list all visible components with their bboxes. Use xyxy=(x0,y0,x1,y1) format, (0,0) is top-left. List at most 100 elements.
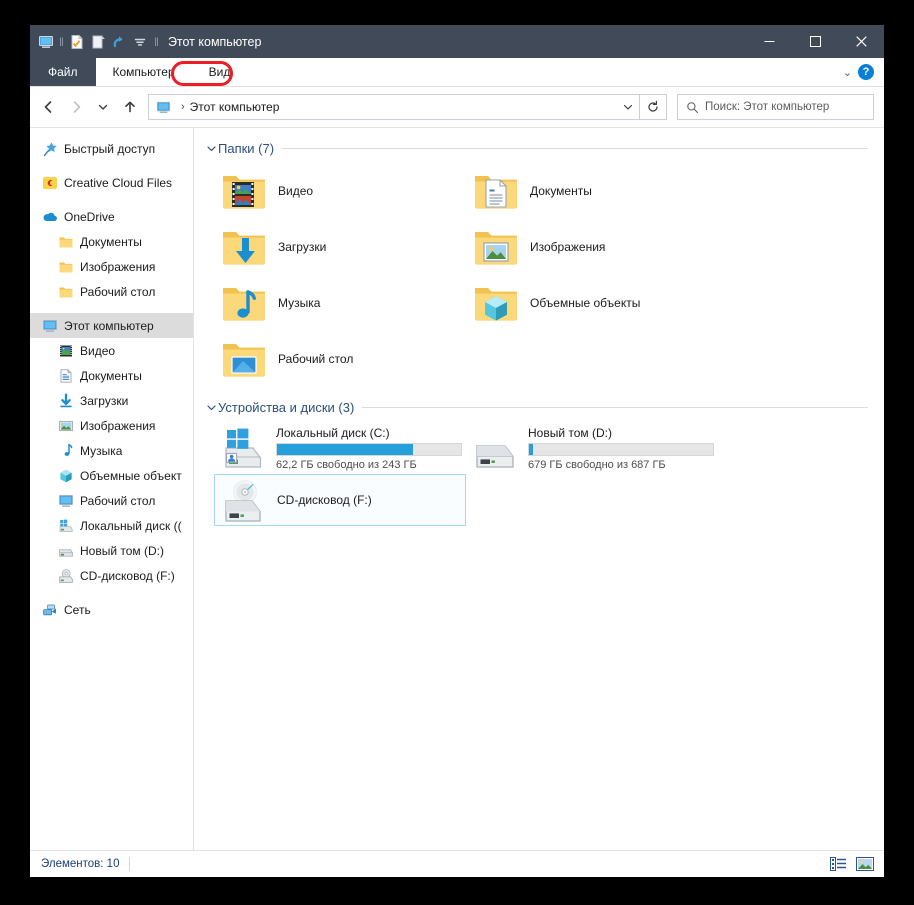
sidebar-item-3[interactable]: Документы xyxy=(30,229,193,254)
sidebar-item-13[interactable]: Рабочий стол xyxy=(30,488,193,513)
videos-folder-icon xyxy=(57,342,74,359)
sidebar-item-8[interactable]: Документы xyxy=(30,363,193,388)
recent-locations-button[interactable] xyxy=(89,94,116,121)
system-drive-icon xyxy=(57,517,74,534)
sidebar-item-11[interactable]: Музыка xyxy=(30,438,193,463)
sidebar-item-label: Рабочий стол xyxy=(80,284,156,299)
sidebar-item-14[interactable]: Локальный диск (( xyxy=(30,513,193,538)
folder-tile[interactable]: Музыка xyxy=(214,275,466,331)
sidebar-item-label: CD-дисковод (F:) xyxy=(80,568,175,583)
sidebar-item-label: Документы xyxy=(80,234,142,249)
desktop-icon xyxy=(57,492,74,509)
details-view-button[interactable] xyxy=(827,855,849,874)
folder-tile[interactable]: Загрузки xyxy=(214,219,466,275)
navigation-pane: Быстрый доступ Creative Cloud Files OneDri… xyxy=(30,128,194,850)
sidebar-item-17[interactable]: Сеть xyxy=(30,597,193,622)
folder-tile[interactable]: Рабочий стол xyxy=(214,331,466,387)
system-drive-big xyxy=(220,424,268,472)
sidebar-item-9[interactable]: Загрузки xyxy=(30,388,193,413)
this-pc-icon[interactable] xyxy=(37,33,54,50)
minimize-button[interactable] xyxy=(746,25,792,58)
music-note-icon xyxy=(57,442,74,459)
group-header-drives[interactable]: Устройства и диски (3) xyxy=(204,397,884,417)
sidebar-item-0[interactable]: Быстрый доступ xyxy=(30,136,193,161)
drive-capacity-fill xyxy=(277,443,414,455)
up-button[interactable] xyxy=(116,94,143,121)
drive-tile[interactable]: CD-дисковод (F:) xyxy=(214,474,466,526)
folder-tile-label: Изображения xyxy=(530,240,606,254)
folder-tile[interactable]: Видео xyxy=(214,163,466,219)
view-mode-buttons xyxy=(827,855,876,874)
drive-label: Новый том (D:) xyxy=(528,425,612,440)
tab-file[interactable]: Файл xyxy=(30,58,96,86)
refresh-button[interactable] xyxy=(640,94,667,120)
breadcrumb-dropdown-icon[interactable] xyxy=(617,96,639,118)
status-divider xyxy=(129,857,131,871)
drive-tile[interactable]: Новый том (D:) 679 ГБ свободно из 687 ГБ xyxy=(466,422,718,474)
drive-info: CD-дисковод (F:) xyxy=(277,493,372,507)
new-folder-icon[interactable] xyxy=(90,33,107,50)
sidebar-item-4[interactable]: Изображения xyxy=(30,254,193,279)
folder-tile[interactable]: Объемные объекты xyxy=(466,275,718,331)
collapse-ribbon-chevron-icon[interactable]: ⌄ xyxy=(843,66,852,79)
drive-big xyxy=(472,424,520,472)
group-header-folders[interactable]: Папки (7) xyxy=(204,138,884,158)
sidebar-item-10[interactable]: Изображения xyxy=(30,413,193,438)
tab-view[interactable]: Вид xyxy=(192,58,248,86)
chevron-down-icon[interactable] xyxy=(204,402,218,413)
sidebar-item-label: Загрузки xyxy=(80,393,129,408)
drive-capacity-fill xyxy=(529,443,533,455)
videos-folder-big xyxy=(220,167,268,215)
creative-cloud-icon xyxy=(41,174,58,191)
folder-tile-label: Видео xyxy=(278,184,314,198)
folder-tile-label: Музыка xyxy=(278,296,321,310)
properties-icon[interactable] xyxy=(69,33,86,50)
drive-free-space-label: 62,2 ГБ свободно из 243 ГБ xyxy=(276,458,417,471)
sidebar-item-1[interactable]: Creative Cloud Files xyxy=(30,170,193,195)
search-input[interactable]: Поиск: Этот компьютер xyxy=(677,94,874,120)
sidebar-item-label: Рабочий стол xyxy=(80,493,156,508)
sidebar-item-6[interactable]: Этот компьютер xyxy=(30,313,193,338)
sidebar-item-7[interactable]: Видео xyxy=(30,338,193,363)
downloads-icon xyxy=(57,392,74,409)
maximize-button[interactable] xyxy=(792,25,838,58)
3d-objects-folder-big xyxy=(472,279,520,327)
pictures-folder-big xyxy=(472,223,520,271)
sidebar-item-16[interactable]: CD-дисковод (F:) xyxy=(30,563,193,588)
customize-qat-chevron-icon[interactable] xyxy=(132,33,149,50)
group-divider xyxy=(362,406,868,408)
drive-tile[interactable]: Локальный диск (C:) 62,2 ГБ свободно из 2… xyxy=(214,422,466,474)
sidebar-item-2[interactable]: OneDrive xyxy=(30,204,193,229)
sidebar-item-label: OneDrive xyxy=(64,209,115,224)
tab-computer[interactable]: Компьютер xyxy=(96,58,192,86)
redo-icon[interactable] xyxy=(111,33,128,50)
back-button[interactable] xyxy=(35,94,62,121)
drive-free-space-label: 679 ГБ свободно из 687 ГБ xyxy=(528,458,666,471)
help-icon[interactable]: ? xyxy=(858,64,874,80)
folder-tile[interactable]: Документы xyxy=(466,163,718,219)
drive-info: Локальный диск (C:) 62,2 ГБ свободно из 2… xyxy=(276,426,462,471)
breadcrumb[interactable]: › Этот компьютер xyxy=(148,94,640,120)
onedrive-cloud-icon xyxy=(41,208,58,225)
sidebar-item-15[interactable]: Новый том (D:) xyxy=(30,538,193,563)
status-bar: Элементов: 10 xyxy=(30,850,884,877)
drive-label: Локальный диск (C:) xyxy=(276,425,390,440)
this-pc-icon xyxy=(156,100,171,115)
network-icon xyxy=(41,601,58,618)
title-bar: ‖ ‖ Этот компьютер xyxy=(30,25,884,58)
large-icons-view-button[interactable] xyxy=(854,855,876,874)
sidebar-item-5[interactable]: Рабочий стол xyxy=(30,279,193,304)
sidebar-item-12[interactable]: Объемные объект xyxy=(30,463,193,488)
sidebar-item-label: Изображения xyxy=(80,259,156,274)
sidebar-item-label: Этот компьютер xyxy=(64,318,154,333)
drive-capacity-bar xyxy=(276,442,462,456)
folder-tile[interactable]: Изображения xyxy=(466,219,718,275)
chevron-down-icon[interactable] xyxy=(204,143,218,154)
address-bar: › Этот компьютер Поиск: Этот компьютер xyxy=(30,87,884,127)
sidebar-item-label: Creative Cloud Files xyxy=(64,175,173,190)
breadcrumb-current[interactable]: Этот компьютер xyxy=(190,100,280,114)
close-button[interactable] xyxy=(838,25,884,58)
forward-button[interactable] xyxy=(62,94,89,121)
folder-icon xyxy=(57,258,74,275)
